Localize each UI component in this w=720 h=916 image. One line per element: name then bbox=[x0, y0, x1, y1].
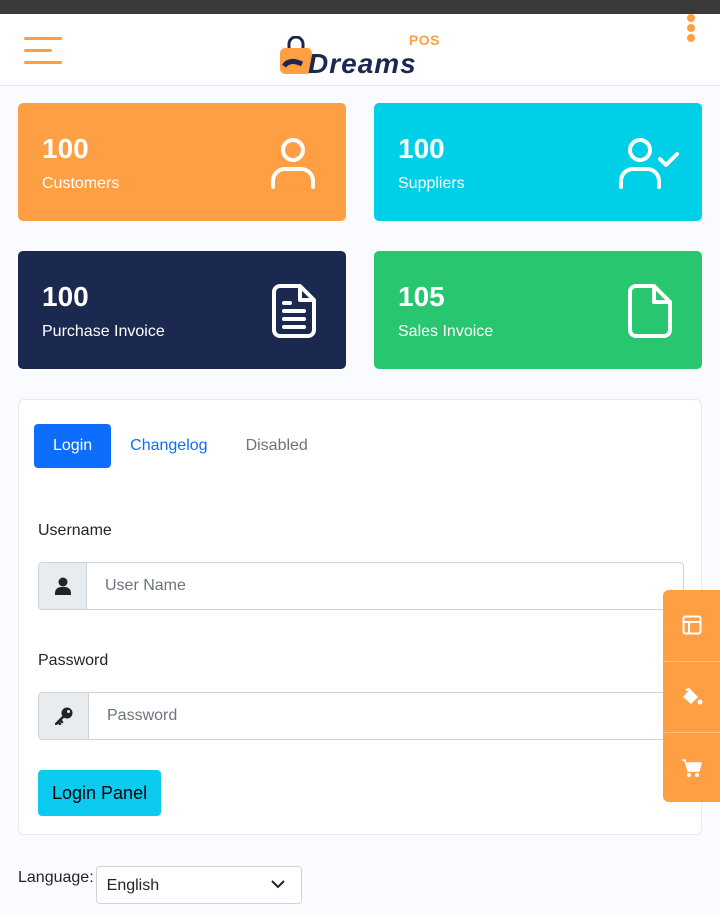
status-bar bbox=[0, 0, 720, 14]
logo-text: Dreams bbox=[308, 48, 417, 79]
user-icon bbox=[271, 138, 315, 189]
login-panel-button[interactable]: Login Panel bbox=[38, 770, 162, 816]
stat-count: 100 bbox=[42, 133, 89, 164]
stat-label: Sales Invoice bbox=[398, 323, 494, 340]
tab-login[interactable]: Login bbox=[34, 424, 112, 468]
password-label: Password bbox=[38, 652, 109, 669]
stat-label: Purchase Invoice bbox=[42, 323, 165, 340]
paint-bucket-icon[interactable] bbox=[663, 661, 720, 731]
theme-customizer-tab bbox=[663, 590, 720, 802]
stat-card-sales-invoice[interactable]: 105 Sales Invoice bbox=[374, 251, 702, 369]
username-label: Username bbox=[38, 522, 112, 539]
chevron-down-icon bbox=[270, 880, 285, 889]
language-selector-row: Language: English bbox=[18, 866, 302, 904]
file-text-icon bbox=[272, 284, 316, 338]
stat-label: Customers bbox=[42, 175, 120, 192]
file-icon bbox=[628, 284, 672, 338]
logo[interactable]: Dreams POS bbox=[278, 22, 446, 82]
key-icon bbox=[39, 693, 89, 739]
language-select[interactable]: English bbox=[95, 866, 302, 904]
login-panel: Login Changelog Disabled Username Passwo… bbox=[18, 399, 702, 835]
password-input[interactable] bbox=[89, 693, 683, 739]
stat-card-customers[interactable]: 100 Customers bbox=[18, 103, 346, 221]
username-input[interactable] bbox=[87, 563, 683, 609]
stat-card-suppliers[interactable]: 100 Suppliers bbox=[374, 103, 702, 221]
stat-count: 100 bbox=[42, 281, 89, 312]
username-input-group bbox=[38, 562, 684, 610]
stat-count: 100 bbox=[398, 133, 445, 164]
layout-icon[interactable] bbox=[663, 590, 720, 660]
user-check-icon bbox=[619, 138, 679, 189]
logo-pos-text: POS bbox=[408, 32, 440, 48]
language-selected-value: English bbox=[106, 877, 160, 894]
user-icon bbox=[39, 563, 87, 609]
cart-icon[interactable] bbox=[663, 732, 720, 802]
language-label: Language: bbox=[18, 869, 94, 886]
hamburger-icon[interactable] bbox=[24, 36, 62, 66]
top-bar: Dreams POS bbox=[0, 14, 720, 86]
stat-label: Suppliers bbox=[398, 175, 465, 192]
tab-disabled: Disabled bbox=[245, 437, 308, 454]
stat-count: 105 bbox=[398, 281, 445, 312]
tab-bar: Login Changelog Disabled bbox=[34, 424, 327, 468]
password-input-group bbox=[38, 692, 684, 740]
tab-changelog[interactable]: Changelog bbox=[111, 424, 226, 468]
kebab-icon[interactable] bbox=[684, 14, 698, 44]
stat-card-purchase-invoice[interactable]: 100 Purchase Invoice bbox=[18, 251, 346, 369]
